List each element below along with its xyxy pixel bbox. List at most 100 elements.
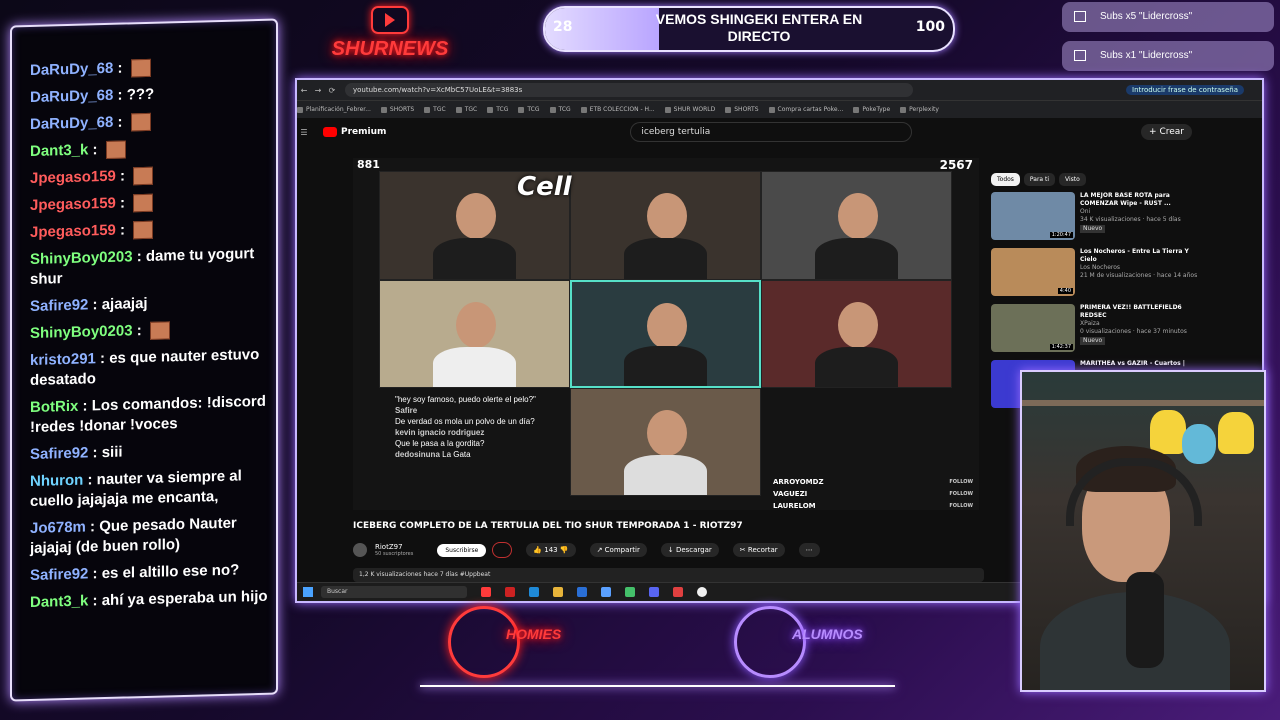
channel-avatar[interactable]	[353, 543, 367, 557]
bookmark[interactable]: TCG	[518, 106, 539, 113]
opera-icon[interactable]	[505, 587, 515, 597]
reload-icon[interactable]: ⟳	[325, 86, 339, 95]
recommendation-item[interactable]: 1:20:47 LA MEJOR BASE ROTA para COMENZAR …	[991, 192, 1201, 242]
folder-icon[interactable]	[553, 587, 563, 597]
chat-message: Safire92 : siii	[30, 443, 123, 463]
discord-icon[interactable]	[649, 587, 659, 597]
bookmark[interactable]: Planificación_Febrer...	[297, 106, 371, 113]
chat-username[interactable]: Safire92	[30, 296, 88, 315]
download-label: Descargar	[675, 546, 712, 554]
bookmark[interactable]: PokeType	[853, 106, 890, 113]
divider	[420, 685, 895, 687]
chat-username[interactable]: DaRuDy_68	[30, 60, 113, 79]
chat-username[interactable]: BotRix	[30, 398, 78, 416]
follow-button[interactable]: FOLLOW	[949, 488, 973, 500]
chat-username[interactable]: ShinyBoy0203	[30, 248, 133, 268]
chrome-icon[interactable]	[625, 587, 635, 597]
bookmark[interactable]: Compra cartas Poke...	[769, 106, 844, 113]
gift-icon	[1074, 49, 1086, 61]
team-name: ALUMNOS	[792, 626, 863, 642]
search-input[interactable]: iceberg tertulia	[630, 122, 913, 142]
follow-button[interactable]: FOLLOW	[949, 500, 973, 512]
create-button[interactable]: + Crear	[1141, 124, 1192, 140]
chat-username[interactable]: Dant3_k	[30, 592, 88, 611]
download-button[interactable]: ↓ Descargar	[660, 543, 719, 557]
stream-chat-text: "hey soy famoso, puedo olerte el pelo?"	[395, 395, 536, 404]
chat-username[interactable]: ShinyBoy0203	[30, 322, 133, 342]
back-icon[interactable]: ←	[297, 86, 311, 95]
bookmark[interactable]: TGC	[456, 106, 478, 113]
more-button[interactable]: ⋯	[798, 543, 820, 557]
follow-name: VAGUEZI	[773, 490, 808, 498]
chat-username[interactable]: Safire92	[30, 565, 88, 584]
stream-chat-text: La Gata	[442, 450, 471, 459]
brave-icon[interactable]	[481, 587, 491, 597]
chat-username[interactable]: Safire92	[30, 444, 88, 463]
url-input[interactable]: youtube.com/watch?v=XcMbC57UoLE&t=3883s	[345, 83, 913, 97]
address-bar-row: ← → ⟳ youtube.com/watch?v=XcMbC57UoLE&t=…	[297, 80, 1262, 100]
video-thumbnail[interactable]: 4:40	[991, 248, 1075, 296]
mask-icon	[448, 606, 520, 678]
bookmark[interactable]: Perplexity	[900, 106, 939, 113]
goal-current: 28	[553, 19, 573, 35]
description-box[interactable]: 1,2 K visualizaciones hace 7 días #Uppbe…	[353, 568, 984, 582]
clip-button[interactable]: ✂ Recortar	[732, 543, 785, 557]
chat-username[interactable]: DaRuDy_68	[30, 114, 113, 133]
stream-chat-line: Safire	[395, 405, 545, 416]
bookmark[interactable]: SHORTS	[381, 106, 414, 113]
bookmark[interactable]: SHORTS	[725, 106, 758, 113]
subscribe-button[interactable]: Suscribirse	[437, 543, 487, 557]
menu-icon[interactable]: ☰	[297, 128, 311, 137]
filter-chip[interactable]: Para ti	[1023, 173, 1056, 186]
password-chip[interactable]: Introducir frase de contraseña	[1126, 85, 1244, 95]
channel-info[interactable]: RiotZ97 50 suscriptores	[375, 543, 413, 557]
youtube-viewer-count: 2567	[939, 158, 973, 172]
chat-username[interactable]: Jpegaso159	[30, 222, 116, 241]
youtube-logo[interactable]: Premium	[323, 127, 386, 137]
join-button[interactable]	[492, 542, 513, 558]
recommendation-item[interactable]: 4:40 Los Nocheros - Entre La Tierra Y Cie…	[991, 248, 1201, 298]
bookmark[interactable]: TGC	[424, 106, 446, 113]
store-icon[interactable]	[577, 587, 587, 597]
chat-username[interactable]: DaRuDy_68	[30, 87, 113, 106]
windows-start-icon[interactable]	[303, 587, 313, 597]
chat-username[interactable]: Dant3_k	[30, 141, 88, 160]
bookmark[interactable]: ETB COLECCION - H...	[581, 106, 655, 113]
bookmark[interactable]: SHUR WORLD	[665, 106, 716, 113]
pokeball-icon[interactable]	[697, 587, 707, 597]
like-button[interactable]: 👍 143 👎	[526, 543, 576, 557]
recommendation-title[interactable]: PRIMERA VEZ!! BATTLEFIELD6 REDSEC	[1080, 304, 1182, 319]
bookmark[interactable]: TCG	[550, 106, 571, 113]
video-duration: 1:42:37	[1049, 344, 1073, 350]
app-icon[interactable]	[601, 587, 611, 597]
bookmarks-bar: Planificación_Febrer... SHORTS TGC TGC TCG TC…	[297, 100, 1262, 118]
recommendation-item[interactable]: 1:42:37 PRIMERA VEZ!! BATTLEFIELD6 REDSEC…	[991, 304, 1201, 354]
edge-icon[interactable]	[529, 587, 539, 597]
app-icon[interactable]	[673, 587, 683, 597]
video-thumbnail[interactable]: 1:20:47	[991, 192, 1075, 240]
forward-icon[interactable]: →	[311, 86, 325, 95]
chat-username[interactable]: Jpegaso159	[30, 168, 116, 187]
bookmark[interactable]: TCG	[487, 106, 508, 113]
video-player[interactable]: 881 2567 Cell "hey soy famoso, puedo ole…	[353, 158, 979, 510]
filter-chip[interactable]: Todos	[991, 173, 1020, 186]
chat-username[interactable]: Nhuron	[30, 472, 83, 490]
recommendation-title[interactable]: Los Nocheros - Entre La Tierra Y Cielo	[1080, 248, 1189, 263]
chat-username[interactable]: Jo678m	[30, 519, 86, 537]
video-thumbnail[interactable]: 1:42:37	[991, 304, 1075, 352]
chat-panel: DaRuDy_68 : DaRuDy_68 : ??? DaRuDy_68 : D…	[10, 18, 278, 702]
filter-chip[interactable]: Visto	[1059, 173, 1086, 186]
chat-username[interactable]: Jpegaso159	[30, 195, 116, 214]
chat-text: ahí ya esperaba un hijo	[101, 587, 268, 610]
recommendation-title[interactable]: MARITHEA vs GAZIR - Cuartos |	[1080, 360, 1185, 367]
follow-button[interactable]: FOLLOW	[949, 476, 973, 488]
thumbs-down-icon[interactable]: 👎	[560, 546, 569, 554]
gift-icon	[1074, 10, 1086, 22]
share-button[interactable]: ↗ Compartir	[589, 543, 647, 557]
cam-tile-active	[570, 280, 761, 388]
chat-username[interactable]: kristo291	[30, 350, 96, 369]
recommendation-title[interactable]: LA MEJOR BASE ROTA para COMENZAR Wipe - …	[1080, 192, 1171, 207]
taskbar-search[interactable]: Buscar	[321, 586, 467, 598]
video-duration: 1:20:47	[1049, 232, 1073, 238]
emote-icon	[130, 112, 151, 132]
